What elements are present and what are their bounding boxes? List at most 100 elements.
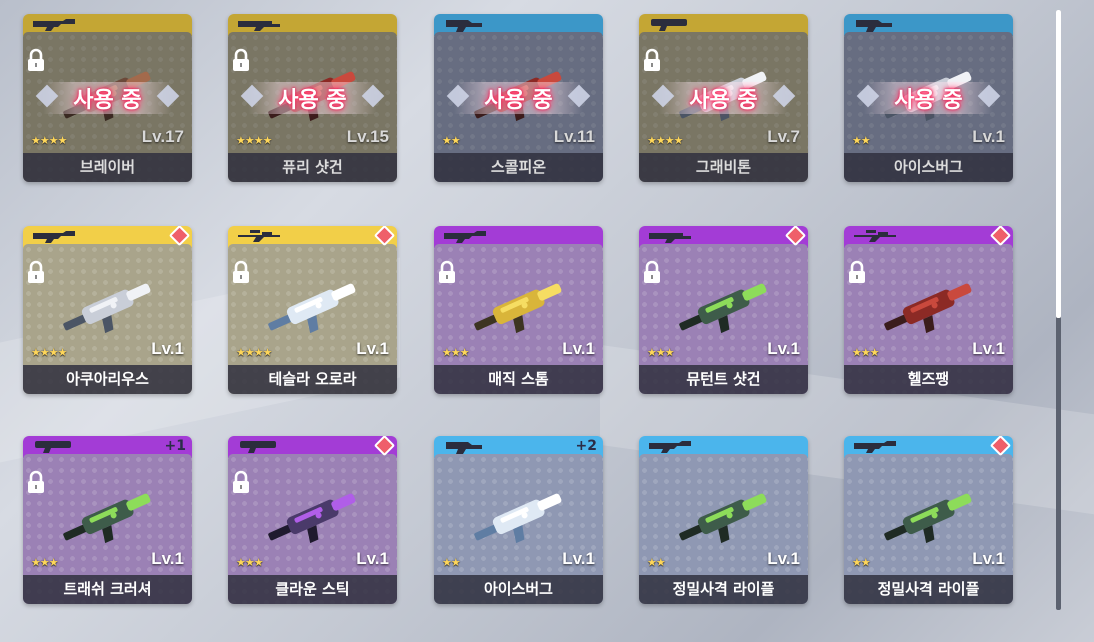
weapon-card[interactable]: ★★ Lv.1 정밀사격 라이플: [639, 436, 808, 604]
lock-icon[interactable]: [230, 48, 252, 72]
equipped-label: 사용 중: [894, 88, 963, 113]
equipped-label: 사용 중: [278, 88, 347, 113]
pistol-icon: [852, 16, 898, 32]
equipped-label: 사용 중: [73, 88, 142, 113]
lock-icon[interactable]: [436, 260, 458, 284]
pistol-icon: [442, 438, 488, 454]
equipped-banner: 사용 중: [240, 78, 385, 118]
weapon-image: [669, 274, 779, 346]
equipped-banner: 사용 중: [35, 78, 180, 118]
pistol-icon: [442, 16, 488, 32]
weapon-level: Lv.15: [346, 127, 389, 146]
star-rating: ★★★★: [647, 134, 683, 147]
weapon-card[interactable]: ★★★★ Lv.1 아쿠아리우스: [23, 226, 192, 394]
weapon-card[interactable]: ★★ Lv.1 아이스버그 사용 중: [844, 14, 1013, 182]
weapon-level: Lv.1: [562, 339, 595, 358]
weapon-name: 트래쉬 크러셔: [23, 575, 192, 604]
star-rating: ★★★: [442, 346, 470, 359]
weapon-name: 스콜피온: [434, 153, 603, 182]
rifle-icon: [31, 228, 77, 244]
rifle-icon: [647, 438, 693, 454]
weapon-grid: ★★★★ Lv.17 브레이버 사용 중 ★★★★ Lv.15 퓨리 샷건 사용 중 ★★ L…: [23, 14, 1013, 604]
equipped-banner: 사용 중: [446, 78, 591, 118]
shotgun-icon: [647, 228, 693, 244]
weapon-name: 헬즈팽: [844, 365, 1013, 394]
weapon-card[interactable]: ★★★★ Lv.7 그래비톤 사용 중: [639, 14, 808, 182]
lock-icon[interactable]: [25, 48, 47, 72]
weapon-image: [53, 484, 163, 556]
weapon-level: Lv.1: [767, 549, 800, 568]
weapon-card[interactable]: ★★★ Lv.1 뮤턴트 샷건: [639, 226, 808, 394]
star-rating: ★★★: [31, 556, 59, 569]
weapon-name: 테슬라 오로라: [228, 365, 397, 394]
star-rating: ★★★★: [236, 346, 272, 359]
weapon-level: Lv.17: [141, 127, 184, 146]
weapon-image: [669, 484, 779, 556]
enhance-count: +1: [164, 438, 186, 454]
weapon-card[interactable]: ★★ Lv.11 스콜피온 사용 중: [434, 14, 603, 182]
sniper-icon: [852, 228, 898, 244]
weapon-name: 아쿠아리우스: [23, 365, 192, 394]
weapon-level: Lv.1: [972, 339, 1005, 358]
launcher-icon: [647, 16, 693, 32]
weapon-card[interactable]: ★★★ Lv.1 클라운 스틱: [228, 436, 397, 604]
weapon-image: [874, 484, 984, 556]
weapon-card[interactable]: +2 ★★ Lv.1 아이스버그: [434, 436, 603, 604]
weapon-level: Lv.1: [356, 549, 389, 568]
weapon-level: Lv.1: [151, 549, 184, 568]
equipped-banner: 사용 중: [651, 78, 796, 118]
weapon-level: Lv.7: [767, 127, 800, 146]
launcher-icon: [236, 438, 282, 454]
weapon-name: 아이스버그: [844, 153, 1013, 182]
weapon-card[interactable]: ★★★ Lv.1 헬즈팽: [844, 226, 1013, 394]
rifle-icon: [31, 16, 77, 32]
shotgun-icon: [236, 16, 282, 32]
lock-icon[interactable]: [25, 470, 47, 494]
star-rating: ★★★★: [236, 134, 272, 147]
star-rating: ★★: [852, 556, 871, 569]
weapon-card[interactable]: +1 ★★★ Lv.1 트래쉬 크러셔: [23, 436, 192, 604]
weapon-level: Lv.1: [972, 127, 1005, 146]
lock-icon[interactable]: [846, 260, 868, 284]
weapon-card[interactable]: ★★★★ Lv.17 브레이버 사용 중: [23, 14, 192, 182]
lock-icon[interactable]: [230, 470, 252, 494]
rifle-icon: [852, 438, 898, 454]
star-rating: ★★★: [647, 346, 675, 359]
weapon-name: 그래비톤: [639, 153, 808, 182]
weapon-level: Lv.1: [767, 339, 800, 358]
star-rating: ★★: [442, 134, 461, 147]
lock-icon[interactable]: [25, 260, 47, 284]
weapon-card[interactable]: ★★★★ Lv.1 테슬라 오로라: [228, 226, 397, 394]
weapon-name: 클라운 스틱: [228, 575, 397, 604]
weapon-level: Lv.1: [356, 339, 389, 358]
weapon-image: [53, 274, 163, 346]
scrollbar-thumb[interactable]: [1056, 10, 1061, 318]
enhance-count: +2: [575, 438, 597, 454]
star-rating: ★★: [852, 134, 871, 147]
star-rating: ★★: [442, 556, 461, 569]
weapon-level: Lv.1: [972, 549, 1005, 568]
weapon-name: 정밀사격 라이플: [844, 575, 1013, 604]
launcher-icon: [31, 438, 77, 454]
weapon-name: 뮤턴트 샷건: [639, 365, 808, 394]
weapon-image: [874, 274, 984, 346]
equipped-banner: 사용 중: [856, 78, 1001, 118]
weapon-name: 아이스버그: [434, 575, 603, 604]
weapon-card[interactable]: ★★ Lv.1 정밀사격 라이플: [844, 436, 1013, 604]
lock-icon[interactable]: [641, 48, 663, 72]
weapon-card[interactable]: ★★★★ Lv.15 퓨리 샷건 사용 중: [228, 14, 397, 182]
star-rating: ★★: [647, 556, 666, 569]
star-rating: ★★★★: [31, 346, 67, 359]
weapon-image: [258, 274, 368, 346]
weapon-level: Lv.11: [553, 127, 595, 146]
equipped-label: 사용 중: [689, 88, 758, 113]
weapon-card[interactable]: ★★★ Lv.1 매직 스톰: [434, 226, 603, 394]
lock-icon[interactable]: [230, 260, 252, 284]
star-rating: ★★★: [852, 346, 880, 359]
weapon-image: [464, 484, 574, 556]
equipped-label: 사용 중: [484, 88, 553, 113]
sniper-icon: [236, 228, 282, 244]
star-rating: ★★★★: [31, 134, 67, 147]
lock-icon[interactable]: [641, 260, 663, 284]
weapon-name: 퓨리 샷건: [228, 153, 397, 182]
